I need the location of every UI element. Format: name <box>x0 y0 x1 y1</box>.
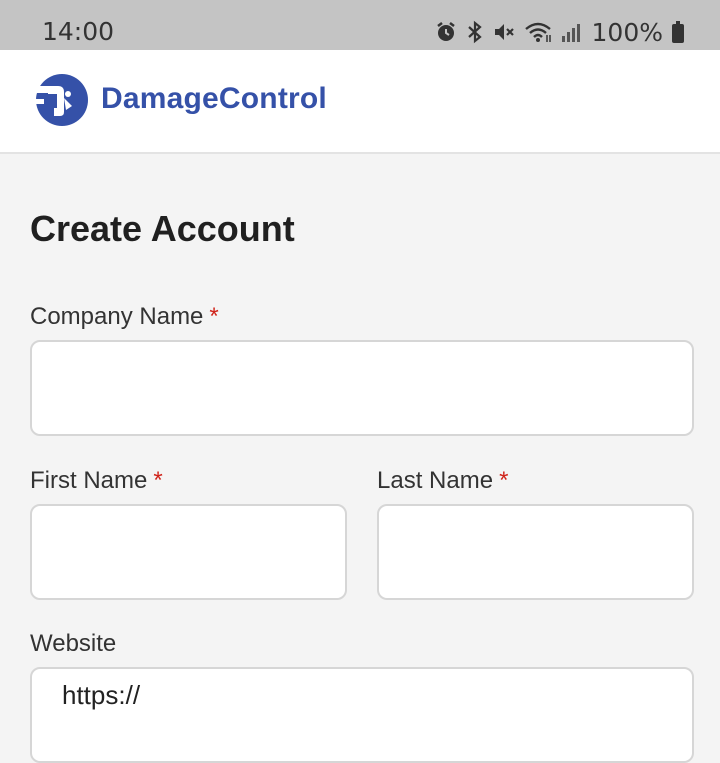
status-icons: 100% <box>435 17 684 47</box>
website-label: Website <box>30 630 116 658</box>
first-name-label: First Name * <box>30 467 163 495</box>
first-name-input[interactable] <box>30 504 347 600</box>
company-name-input[interactable] <box>30 340 694 436</box>
app-header: DamageControl <box>0 50 720 154</box>
website-input[interactable] <box>30 667 694 763</box>
signal-icon <box>561 24 580 42</box>
last-name-input[interactable] <box>377 504 694 600</box>
status-time: 14:00 <box>42 17 115 46</box>
company-name-label: Company Name * <box>30 303 219 331</box>
company-name-label-text: Company Name <box>30 303 204 330</box>
mute-icon <box>494 24 514 40</box>
alarm-icon <box>436 22 455 41</box>
last-name-label-text: Last Name <box>377 467 494 494</box>
wifi-icon <box>524 22 551 42</box>
status-bar: 14:00 100% <box>0 0 720 50</box>
bluetooth-icon <box>467 20 482 44</box>
required-marker: * <box>153 467 163 494</box>
last-name-label: Last Name * <box>377 467 508 495</box>
page-title: Create Account <box>30 208 295 249</box>
required-marker: * <box>209 303 219 330</box>
website-label-text: Website <box>30 630 117 657</box>
damagecontrol-logo-icon <box>34 74 88 126</box>
battery-percent: 100% <box>591 17 663 47</box>
required-marker: * <box>499 467 509 494</box>
first-name-label-text: First Name <box>30 467 148 494</box>
battery-icon <box>672 21 684 43</box>
brand-name: DamageControl <box>101 82 327 115</box>
